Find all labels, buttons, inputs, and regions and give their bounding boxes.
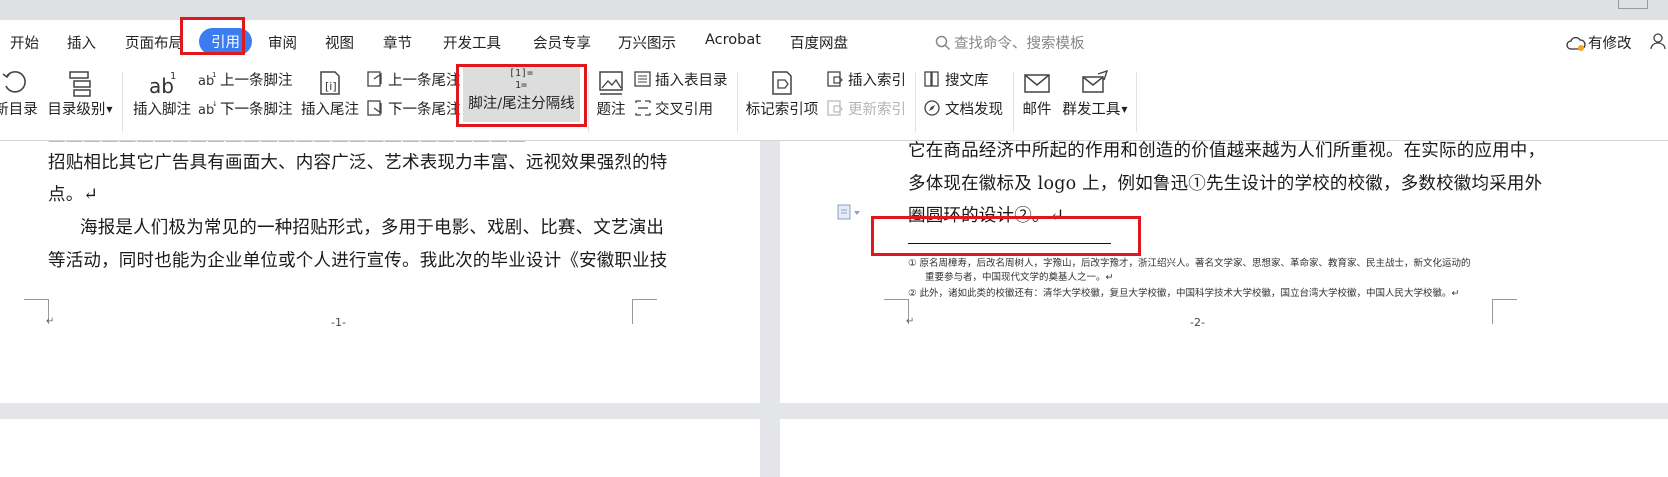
- title-strip: [0, 0, 1668, 20]
- ribbon-toolbar: 新目录 目录级别▼ ab 1 插入脚注 ab 1 上一条脚注 ab ↓ 下一条脚注 [i]…: [0, 64, 1668, 141]
- body-line: 海报是人们极为常见的一种招贴形式，多用于电影、戏剧、比赛、文艺演出: [80, 218, 665, 238]
- compass-icon: [924, 100, 940, 116]
- library-icon: [924, 71, 939, 87]
- body-line: 它在商品经济中所起的作用和创造的价值越来越为人们所重视。在实际的应用中，: [908, 141, 1546, 161]
- tab-wondershare[interactable]: 万兴图示: [618, 32, 676, 53]
- footnote-1-cont: 重要参与者，中国现代文学的奠基人之一。↵: [925, 272, 1114, 283]
- svg-text:1: 1: [170, 71, 176, 82]
- cloud-icon: [1566, 36, 1586, 51]
- tab-page-layout[interactable]: 页面布局: [125, 32, 183, 53]
- update-index-icon: [827, 100, 843, 116]
- insert-footnote-button[interactable]: ab 1 插入脚注: [132, 68, 192, 119]
- page-2[interactable]: 它在商品经济中所起的作用和创造的价值越来越为人们所重视。在实际的应用中， 多体现…: [780, 141, 1668, 403]
- svg-text:1: 1: [212, 71, 216, 79]
- footnote-separator-button[interactable]: [1]= 1= 脚注/尾注分隔线: [463, 66, 580, 122]
- caption-button[interactable]: 题注: [594, 68, 628, 119]
- tab-baidu-netdisk[interactable]: 百度网盘: [790, 32, 848, 53]
- body-line: 等活动，同时也能为企业单位或个人进行宣传。我此次的毕业设计《安徽职业技: [48, 251, 668, 271]
- tab-references[interactable]: 引用: [199, 28, 252, 55]
- mark-index-button[interactable]: 标记索引项: [745, 68, 819, 119]
- mail-button[interactable]: 邮件: [1019, 68, 1055, 119]
- command-search[interactable]: 查找命令、搜索模板: [935, 32, 1085, 53]
- tab-insert[interactable]: 插入: [67, 32, 96, 53]
- page-4[interactable]: [780, 419, 1668, 477]
- next-endnote-button[interactable]: 下一条尾注: [366, 98, 461, 119]
- tab-developer[interactable]: 开发工具: [443, 32, 501, 53]
- next-footnote-icon: ab↓: [198, 100, 218, 118]
- update-index-button[interactable]: 更新索引: [826, 98, 906, 119]
- paragraph-mark: ↵: [906, 316, 915, 327]
- tab-acrobat[interactable]: Acrobat: [705, 32, 761, 48]
- ribbon-divider: [588, 72, 589, 132]
- ribbon-divider: [122, 72, 123, 132]
- body-line: 点。↵: [48, 185, 99, 205]
- footnote-2: ② 此外，诸如此类的校徽还有：清华大学校徽，复旦大学校徽，中国科学技术大学校徽，…: [908, 288, 1460, 299]
- document-canvas: ——————————————————————————— 招贴相比其它广告具有画面…: [0, 141, 1668, 477]
- insert-tof-button[interactable]: 插入表目录: [633, 69, 728, 90]
- insert-index-button[interactable]: 插入索引: [826, 69, 906, 90]
- prev-footnote-icon: ab1: [198, 71, 216, 89]
- ribbon-divider: [1013, 72, 1014, 132]
- svg-text:1=: 1=: [515, 80, 527, 91]
- paragraph-mark: ↵: [46, 316, 55, 327]
- ribbon-divider: [915, 72, 916, 132]
- refresh-toc-icon: [2, 71, 26, 93]
- mass-send-icon: [1082, 69, 1109, 93]
- page-1[interactable]: ——————————————————————————— 招贴相比其它广告具有画面…: [0, 141, 760, 403]
- prev-endnote-button[interactable]: 上一条尾注: [366, 69, 461, 90]
- tab-chapter[interactable]: 章节: [383, 32, 412, 53]
- tab-member[interactable]: 会员专享: [533, 32, 591, 53]
- cross-reference-button[interactable]: 交叉引用: [633, 98, 713, 119]
- mark-index-icon: [772, 71, 792, 95]
- toc-level-icon: [69, 71, 91, 97]
- search-placeholder: 查找命令、搜索模板: [954, 36, 1085, 52]
- prev-footnote-button[interactable]: ab 1 上一条脚注: [198, 69, 293, 90]
- page-3[interactable]: [0, 419, 760, 477]
- mail-icon: [1024, 74, 1050, 93]
- insert-endnote-button[interactable]: [i] 插入尾注: [300, 68, 360, 119]
- tab-review[interactable]: 审阅: [268, 32, 297, 53]
- menu-bar: 开始 插入 页面布局 引用 审阅 视图 章节 开发工具 会员专享 万兴图示 Ac…: [0, 20, 1668, 64]
- insert-index-icon: [827, 71, 843, 87]
- search-icon: [935, 35, 951, 51]
- cross-reference-icon: [635, 100, 651, 116]
- tab-home[interactable]: 开始: [10, 32, 39, 53]
- body-line: 圈圆环的设计②。↵: [908, 206, 1065, 226]
- update-toc-button[interactable]: 新目录: [0, 68, 40, 119]
- user-icon[interactable]: [1650, 32, 1668, 50]
- margin-corner-mark: [1492, 299, 1517, 324]
- svg-text:[1]=: [1]=: [509, 68, 533, 79]
- page-number: -2-: [1190, 316, 1205, 329]
- separator-icon: [1]=1=: [509, 68, 533, 91]
- endnote-icon: [i]: [320, 71, 340, 95]
- svg-text:[i]: [i]: [325, 80, 337, 93]
- footnote-1: ① 原名周樟寿，后改名周树人，字豫山，后改字豫才，浙江绍兴人。著名文学家、思想家…: [908, 258, 1471, 269]
- modified-status[interactable]: 有修改: [1566, 32, 1632, 53]
- body-line: 招贴相比其它广告具有画面大、内容广泛、艺术表现力丰富、远视效果强烈的特: [48, 153, 668, 173]
- search-library-button[interactable]: 搜文库: [923, 69, 989, 90]
- toc-level-button[interactable]: 目录级别▼: [47, 68, 113, 119]
- window-control[interactable]: [1618, 0, 1648, 9]
- ribbon-divider: [1136, 72, 1137, 132]
- footnote-icon: ab1: [149, 71, 176, 98]
- prev-endnote-icon: [367, 71, 382, 87]
- image-caption-icon: [599, 71, 623, 95]
- body-line: 多体现在徽标及 logo 上，例如鲁迅①先生设计的学校的校徽，多数校徽均采用外: [908, 174, 1543, 194]
- footnote-separator-line: [908, 243, 1111, 244]
- margin-corner-mark: [632, 299, 657, 324]
- page-number: -1-: [331, 316, 346, 329]
- table-of-figures-icon: [634, 71, 651, 87]
- ribbon-divider: [737, 72, 738, 132]
- paste-options-icon[interactable]: [836, 203, 864, 221]
- next-endnote-icon: [367, 100, 382, 116]
- group-tools-button[interactable]: 群发工具▼: [1061, 68, 1129, 119]
- doc-discover-button[interactable]: 文档发现: [923, 98, 1003, 119]
- svg-text:↓: ↓: [212, 100, 218, 108]
- tab-view[interactable]: 视图: [325, 32, 354, 53]
- next-footnote-button[interactable]: ab ↓ 下一条脚注: [198, 98, 293, 119]
